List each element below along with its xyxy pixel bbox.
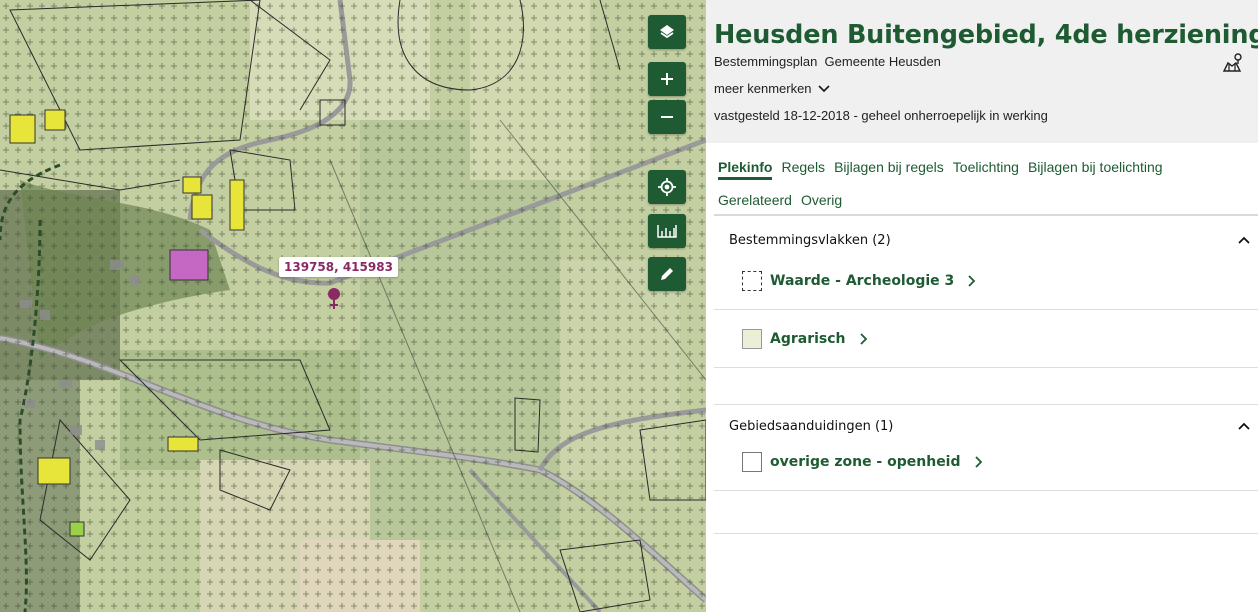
layers-button[interactable] [648,15,686,49]
plan-header: Heusden Buitengebied, 4de herziening Bes… [706,0,1258,143]
tab-bijlagen-bij-regels[interactable]: Bijlagen bij regels [834,157,944,180]
section-bestemmingsvlakken: Bestemmingsvlakken (2) Waarde - Archeolo… [714,230,1258,368]
more-properties-toggle[interactable]: meer kenmerken [714,81,830,96]
tab-row-2: Gerelateerd Overig [718,190,1250,210]
chevron-right-icon [974,455,982,468]
locate-button[interactable] [648,170,686,204]
section-gebiedsaanduidingen: Gebiedsaanduidingen (1) overige zone - o… [714,416,1258,491]
section-title: Gebiedsaanduidingen (1) [729,418,894,434]
tab-regels[interactable]: Regels [781,157,825,180]
chevron-up-icon [1238,236,1250,244]
plan-title: Heusden Buitengebied, 4de herziening [714,20,1258,50]
section-divider [714,533,1258,534]
plan-tabs: Plekinfo Regels Bijlagen bij regels Toel… [706,143,1258,210]
plan-status: vastgesteld 18-12-2018 - geheel onherroe… [714,108,1048,123]
legend-swatch [742,270,762,291]
draw-button[interactable] [648,257,686,291]
section-divider [714,404,1258,405]
map-view[interactable]: 139758, 415983 [0,0,706,612]
tab-gerelateerd[interactable]: Gerelateerd [718,190,792,210]
list-item-overige-zone-openheid[interactable]: overige zone - openheid [714,433,1258,491]
chevron-right-icon [859,332,867,345]
list-item-agrarisch[interactable]: Agrarisch [714,310,1258,368]
more-properties-label: meer kenmerken [714,81,812,96]
location-pin-icon [328,288,340,309]
locate-icon [658,178,676,196]
legend-swatch [742,451,762,472]
map-location-icon[interactable] [1222,52,1244,74]
item-label: Waarde - Archeologie 3 [770,272,955,289]
aerial-map[interactable] [0,0,706,612]
item-label: overige zone - openheid [770,453,961,470]
list-item-waarde-archeologie-3[interactable]: Waarde - Archeologie 3 [714,252,1258,310]
tab-plekinfo[interactable]: Plekinfo [718,157,773,180]
item-label: Agrarisch [770,330,846,347]
minus-icon [661,116,673,118]
plan-subtitle: Bestemmingsplan Gemeente Heusden [714,54,941,69]
layers-icon [660,25,674,39]
measure-button[interactable] [648,214,686,248]
info-panel: Heusden Buitengebied, 4de herziening Bes… [706,0,1258,612]
pencil-icon [661,268,673,280]
section-title: Bestemmingsvlakken (2) [729,232,891,248]
legend-swatch [742,328,762,349]
plus-icon [661,73,673,85]
zoom-in-button[interactable] [648,62,686,96]
tab-row-1: Plekinfo Regels Bijlagen bij regels Toel… [718,157,1250,180]
chevron-down-icon [817,84,830,92]
tab-overig[interactable]: Overig [801,190,842,210]
tab-bijlagen-bij-toelichting[interactable]: Bijlagen bij toelichting [1028,157,1163,180]
tabs-divider [714,214,1258,216]
tab-toelichting[interactable]: Toelichting [953,157,1019,180]
section-header-bestemmingsvlakken[interactable]: Bestemmingsvlakken (2) [714,230,1258,250]
ruler-icon [657,225,677,238]
coordinate-label: 139758, 415983 [279,257,398,277]
chevron-right-icon [968,274,976,287]
chevron-up-icon [1238,422,1250,430]
zoom-out-button[interactable] [648,100,686,134]
